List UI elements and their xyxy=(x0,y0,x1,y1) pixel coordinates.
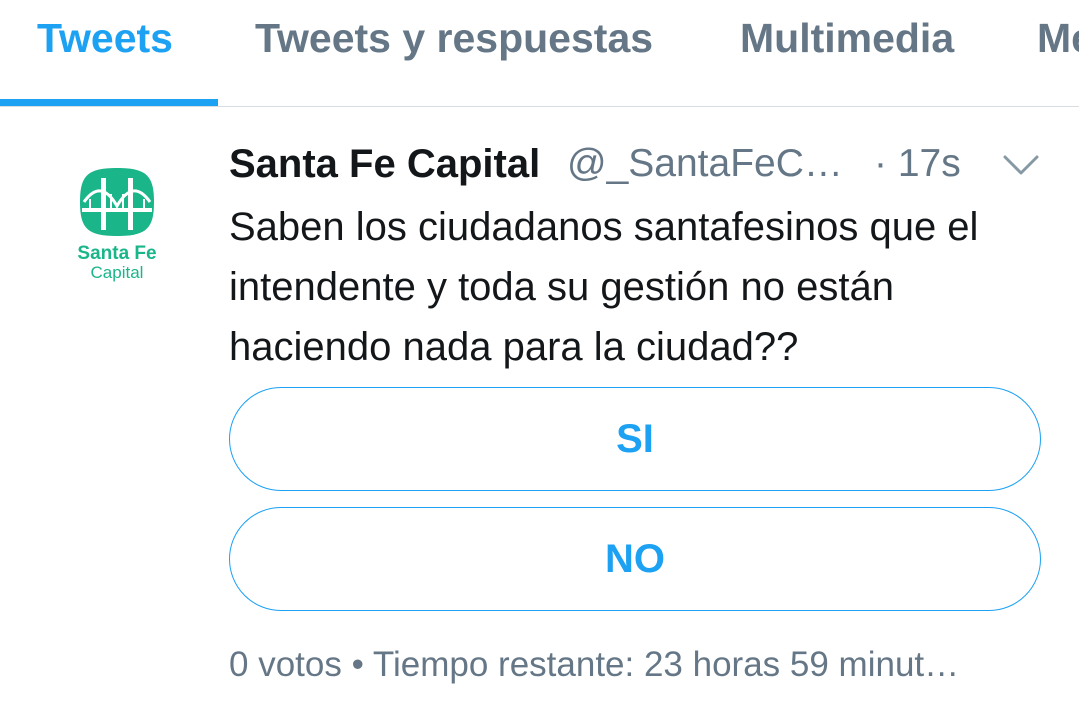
tweet-timestamp[interactable]: · 17s xyxy=(874,139,961,189)
avatar[interactable]: Santa Fe Capital xyxy=(64,164,170,284)
display-name[interactable]: Santa Fe Capital xyxy=(229,139,540,189)
tab-likes[interactable]: Me xyxy=(1037,14,1079,62)
chevron-down-icon[interactable] xyxy=(1001,151,1041,179)
tab-media[interactable]: Multimedia xyxy=(740,14,954,62)
logo-text-line1: Santa Fe xyxy=(77,243,156,264)
user-handle[interactable]: @_SantaFeC… xyxy=(567,139,843,189)
tweet-header: Santa Fe Capital @_SantaFeC… · 17s xyxy=(229,139,1049,189)
tab-tweets-and-replies[interactable]: Tweets y respuestas xyxy=(255,14,653,62)
logo-text-line2: Capital xyxy=(91,263,144,282)
poll-option-si[interactable]: SI xyxy=(229,387,1041,491)
tweet[interactable]: Santa Fe Capital Santa Fe Capital @_Sant… xyxy=(0,107,1079,728)
profile-tabs: Tweets Tweets y respuestas Multimedia Me xyxy=(0,0,1079,107)
tab-tweets[interactable]: Tweets xyxy=(37,14,173,62)
active-tab-indicator xyxy=(0,99,218,106)
poll-status: 0 votos • Tiempo restante: 23 horas 59 m… xyxy=(229,645,960,684)
poll-option-no[interactable]: NO xyxy=(229,507,1041,611)
santa-fe-capital-logo: Santa Fe Capital xyxy=(77,168,157,282)
tweet-text: Saben los ciudadanos santafesinos que el… xyxy=(229,205,979,369)
